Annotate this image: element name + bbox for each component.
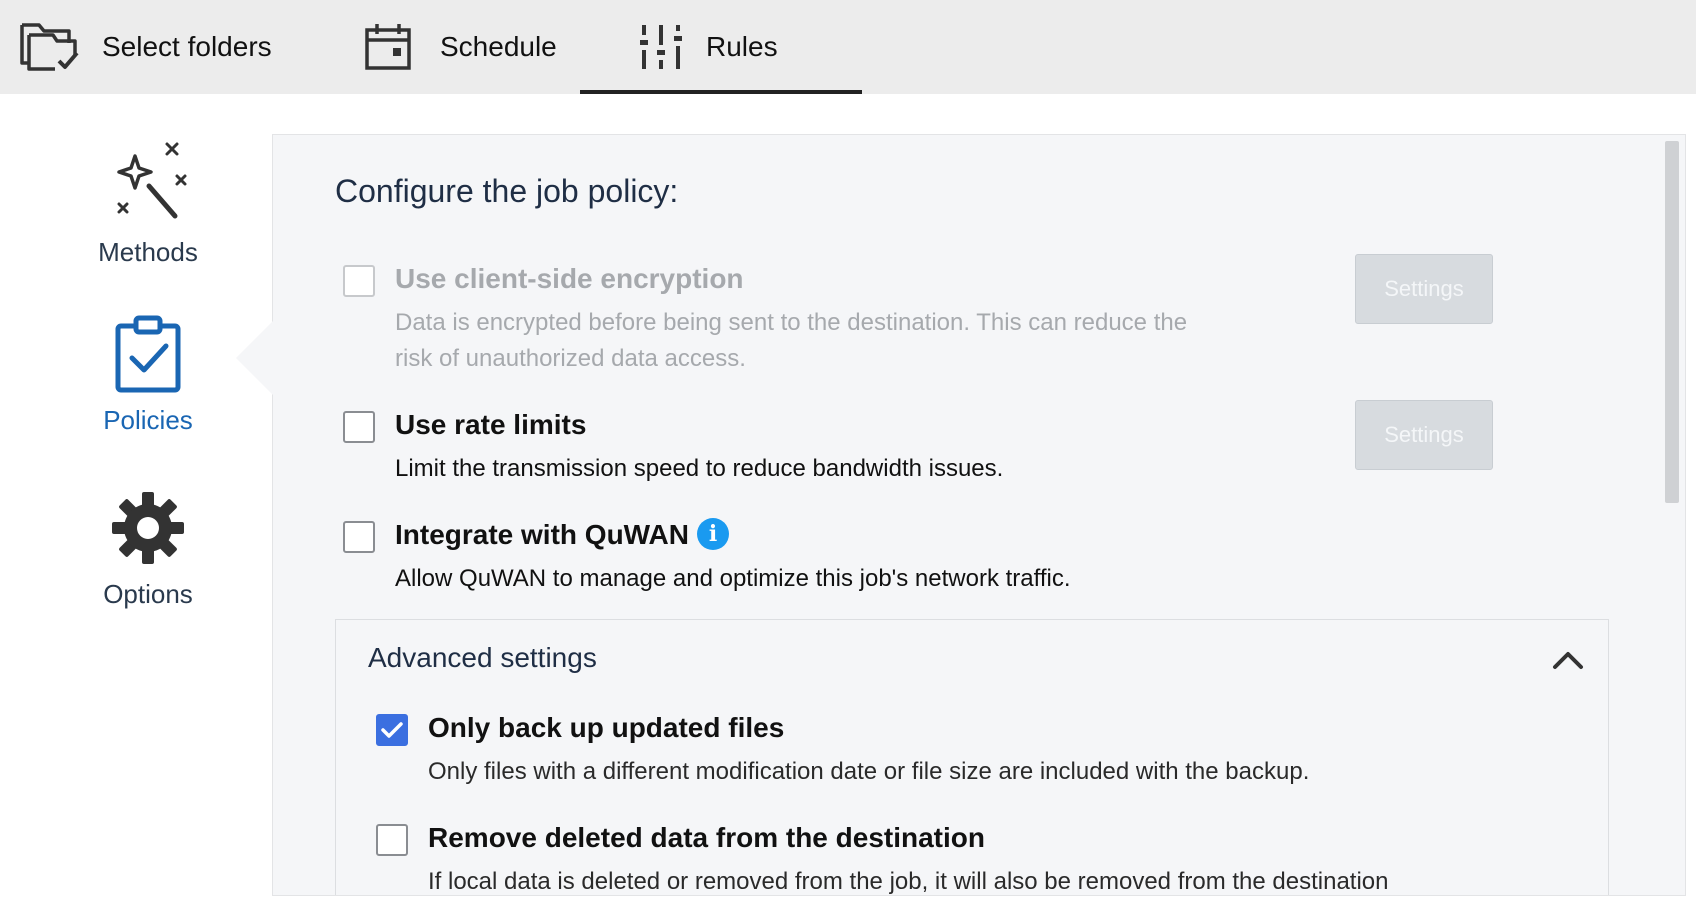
clipboard-check-icon: [112, 314, 184, 399]
tab-rules[interactable]: Rules: [580, 0, 862, 94]
updated-files-checkbox[interactable]: [376, 714, 408, 746]
tab-select-folders[interactable]: Select folders: [18, 0, 272, 94]
encryption-checkbox[interactable]: [343, 265, 375, 297]
tab-label: Select folders: [102, 31, 272, 62]
remove-deleted-checkbox[interactable]: [376, 824, 408, 856]
rate-limits-settings-button[interactable]: Settings: [1355, 400, 1493, 470]
option-title: Remove deleted data from the destination: [428, 822, 985, 853]
tab-label: Schedule: [440, 31, 557, 62]
option-title: Use client-side encryption: [395, 263, 744, 294]
sidebar-item-label: Options: [103, 579, 193, 609]
option-description: Allow QuWAN to manage and optimize this …: [395, 565, 1071, 592]
info-icon[interactable]: i: [697, 517, 729, 550]
encryption-settings-button[interactable]: Settings: [1355, 254, 1493, 324]
active-tab-indicator: [580, 90, 862, 94]
sidebar: Methods Policies Options: [0, 94, 272, 912]
gear-icon: [108, 488, 188, 573]
sidebar-item-options[interactable]: Options: [0, 488, 296, 610]
policy-panel: Configure the job policy: Use client-sid…: [272, 134, 1686, 896]
calendar-icon: [356, 19, 420, 75]
advanced-settings-title[interactable]: Advanced settings: [368, 642, 597, 674]
sliders-icon: [636, 19, 686, 75]
option-description: risk of unauthorized data access.: [395, 345, 746, 372]
option-title: Use rate limits: [395, 409, 587, 440]
option-title-text: Integrate with QuWAN: [395, 519, 689, 550]
tab-label: Rules: [706, 31, 778, 62]
quwan-checkbox[interactable]: [343, 521, 375, 553]
option-description: Only files with a different modification…: [428, 758, 1310, 785]
tab-schedule[interactable]: Schedule: [356, 0, 557, 94]
sidebar-item-label: Methods: [98, 237, 198, 267]
active-section-pointer: [236, 318, 276, 398]
option-title: Only back up updated files: [428, 712, 785, 743]
sidebar-item-label: Policies: [103, 405, 193, 435]
folder-check-icon: [18, 19, 82, 75]
chevron-up-icon[interactable]: [1548, 642, 1588, 678]
magic-wand-icon: [105, 140, 191, 231]
vertical-scrollbar[interactable]: [1665, 141, 1679, 503]
rate-limits-checkbox[interactable]: [343, 411, 375, 443]
option-title: Integrate with QuWAN i: [395, 517, 729, 553]
advanced-settings-section: Advanced settings Only back up updated f…: [335, 619, 1609, 895]
option-description: If local data is deleted or removed from…: [428, 868, 1389, 895]
page-title: Configure the job policy:: [335, 173, 679, 209]
sidebar-item-methods[interactable]: Methods: [0, 140, 296, 268]
option-description: Limit the transmission speed to reduce b…: [395, 455, 1004, 482]
option-description: Data is encrypted before being sent to t…: [395, 309, 1188, 336]
tab-bar: Select folders Schedule Rules: [0, 0, 1696, 94]
